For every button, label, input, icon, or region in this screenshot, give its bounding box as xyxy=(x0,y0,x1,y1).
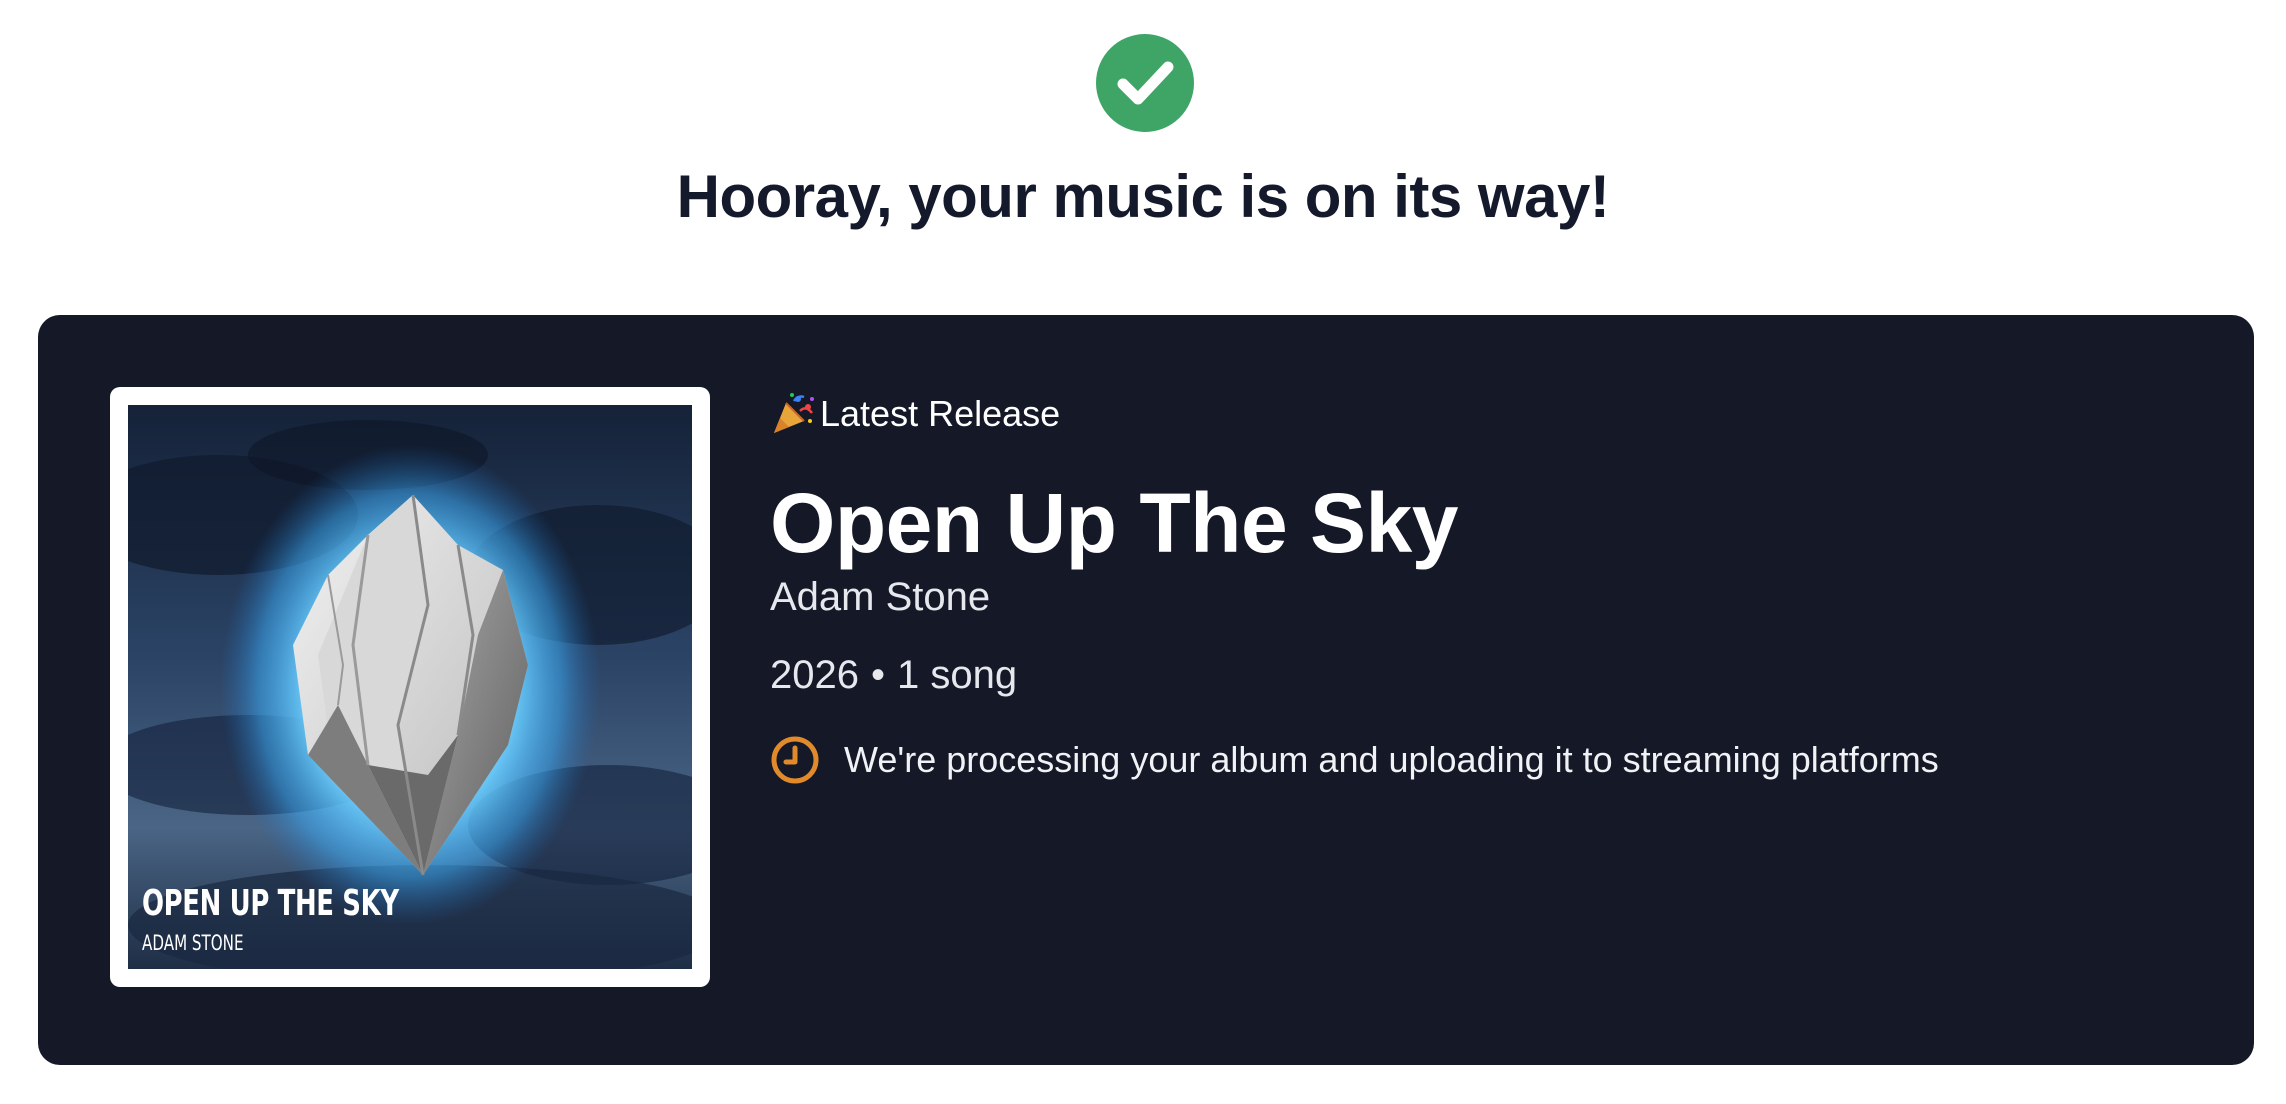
artist-name: Adam Stone xyxy=(770,575,991,619)
party-popper-icon xyxy=(774,393,814,433)
meta-separator: • xyxy=(870,653,885,697)
album-cover-frame: OPEN UP THE SKY ADAM STONE xyxy=(110,387,710,987)
clock-icon xyxy=(771,736,819,784)
album-title: Open Up The Sky xyxy=(770,476,1458,570)
status-text: We're processing your album and uploadin… xyxy=(844,739,1939,780)
release-meta: 2026 • 1 song xyxy=(770,651,2214,699)
release-info: Latest Release Open Up The Sky Adam Ston… xyxy=(770,387,2214,785)
page-headline: Hooray, your music is on its way! xyxy=(676,163,1610,230)
cover-title-text: OPEN UP THE SKY xyxy=(142,883,399,924)
check-circle-icon xyxy=(1096,34,1194,132)
eyebrow-text: Latest Release xyxy=(820,393,1061,434)
cover-artist-text: ADAM STONE xyxy=(142,931,244,955)
album-cover-art: OPEN UP THE SKY ADAM STONE xyxy=(128,405,692,969)
latest-release-card: OPEN UP THE SKY ADAM STONE Latest Releas… xyxy=(38,315,2254,1065)
release-confirmation-page: Hooray, your music is on its way! OPEN U… xyxy=(0,0,2286,1104)
processing-status: We're processing your album and uploadin… xyxy=(770,735,2214,785)
release-year: 2026 xyxy=(770,653,859,697)
song-count: 1 song xyxy=(897,653,1018,697)
latest-release-label: Latest Release xyxy=(770,387,2214,441)
